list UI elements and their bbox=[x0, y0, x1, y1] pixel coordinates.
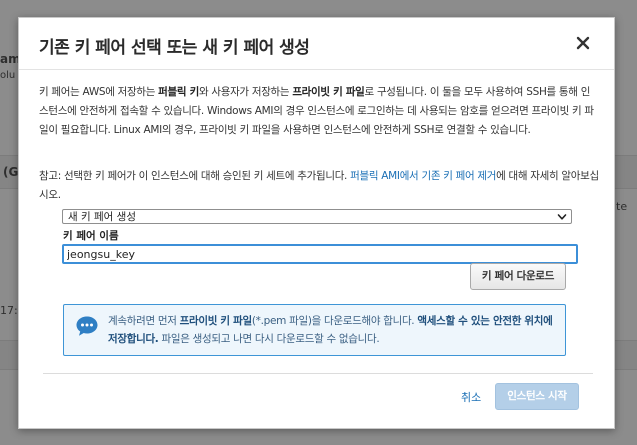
background-text: (G bbox=[3, 165, 19, 179]
info-text-part: (*.pem 파일)을 다운로드해야 합니다. bbox=[251, 315, 418, 327]
description-bold: 퍼블릭 키 bbox=[158, 86, 199, 98]
cancel-button[interactable]: 취소 bbox=[461, 389, 481, 405]
info-text-part: 파일은 생성되고 나면 다시 다운로드할 수 없습니다. bbox=[158, 333, 380, 345]
note: 참고: 선택한 키 페어가 이 인스턴스에 대해 승인된 키 세트에 추가됩니다… bbox=[39, 167, 599, 205]
info-text-bold: 프라이빗 키 파일 bbox=[179, 315, 253, 327]
description-text: 키 페어는 AWS에 저장하는 bbox=[39, 86, 159, 98]
note-text: 참고: 선택한 키 페어가 이 인스턴스에 대해 승인된 키 세트에 추가됩니다… bbox=[39, 170, 351, 182]
chevron-down-icon bbox=[557, 214, 567, 220]
background-text: te bbox=[616, 200, 628, 213]
close-button[interactable] bbox=[574, 34, 592, 52]
launch-instance-button[interactable]: 인스턴스 시작 bbox=[495, 383, 579, 410]
keypair-select[interactable]: 새 키 페어 생성 bbox=[62, 209, 572, 224]
modal-header: 기존 키 페어 선택 또는 새 키 페어 생성 bbox=[19, 18, 614, 70]
keypair-modal: 기존 키 페어 선택 또는 새 키 페어 생성 키 페어는 AWS에 저장하는 … bbox=[18, 17, 615, 429]
description-text: 와 사용자가 저장하는 bbox=[198, 86, 293, 98]
info-box: 계속하려면 먼저 프라이빗 키 파일(*.pem 파일)을 다운로드해야 합니다… bbox=[63, 304, 566, 356]
modal-title: 기존 키 페어 선택 또는 새 키 페어 생성 bbox=[39, 38, 310, 58]
description: 키 페어는 AWS에 저장하는 퍼블릭 키와 사용자가 저장하는 프라이빗 키 … bbox=[39, 83, 599, 140]
chat-bubble-icon bbox=[76, 316, 98, 336]
keypair-select-value: 새 키 페어 생성 bbox=[68, 211, 136, 223]
keypair-name-input[interactable] bbox=[62, 244, 578, 264]
footer-divider bbox=[43, 373, 593, 374]
background-text: olu bbox=[0, 70, 16, 81]
download-keypair-button[interactable]: 키 페어 다운로드 bbox=[470, 263, 566, 290]
info-text: 계속하려면 먼저 프라이빗 키 파일(*.pem 파일)을 다운로드해야 합니다… bbox=[108, 312, 558, 348]
keypair-name-label: 키 페어 이름 bbox=[63, 230, 119, 242]
info-text-part: 계속하려면 먼저 bbox=[108, 315, 180, 327]
remove-keypair-link[interactable]: 퍼블릭 AMI에서 기존 키 페어 제거 bbox=[350, 170, 496, 182]
description-bold: 프라이빗 키 파일 bbox=[292, 86, 365, 98]
close-icon bbox=[576, 36, 590, 50]
